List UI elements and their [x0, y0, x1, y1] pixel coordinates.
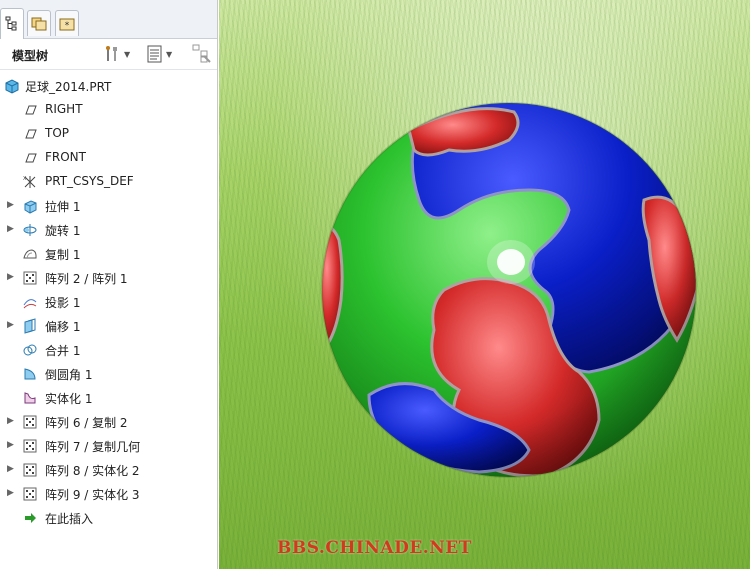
- filter-button[interactable]: [192, 44, 212, 64]
- offset-icon: [24, 318, 36, 334]
- model-tree-panel: * 模型树 ▼ ▼ 足球_2014.PRT RIGHT TOP FRONT X …: [0, 0, 218, 569]
- expand-arrow-icon[interactable]: ▶: [7, 416, 15, 426]
- merge-icon: [23, 344, 37, 356]
- expand-arrow-icon[interactable]: ▶: [7, 272, 15, 282]
- datum-plane-icon: [25, 153, 37, 163]
- tree-item-label: 实体化 1: [45, 392, 93, 406]
- expand-arrow-icon[interactable]: ▶: [7, 320, 15, 330]
- tree-item-label: 倒圆角 1: [45, 368, 93, 382]
- tree-item-label: 复制 1: [45, 248, 81, 262]
- tree-item-label: FRONT: [45, 150, 86, 164]
- soccer-ball-model[interactable]: [219, 0, 750, 569]
- watermark-text: BBS.CHINADE.NET: [277, 538, 472, 558]
- tree-item-label: PRT_CSYS_DEF: [45, 174, 134, 188]
- part-icon: [5, 79, 19, 94]
- pattern-icon: [23, 463, 37, 477]
- revolve-icon: [23, 224, 37, 236]
- model-tree-icon: [5, 16, 17, 31]
- tree-item-label: RIGHT: [45, 102, 83, 116]
- project-curve-icon: [23, 299, 37, 309]
- expand-arrow-icon[interactable]: ▶: [7, 464, 15, 474]
- expand-arrow-icon[interactable]: ▶: [7, 200, 15, 210]
- tree-root-label: 足球_2014.PRT: [25, 80, 112, 94]
- tree-item[interactable]: X PRT_CSYS_DEF: [0, 170, 216, 194]
- pattern-icon: [23, 415, 37, 429]
- copy-surface-icon: [23, 249, 37, 259]
- expand-arrow-icon[interactable]: ▶: [7, 488, 15, 498]
- tree-item[interactable]: ▶ 阵列 9 / 实体化 3: [0, 482, 216, 506]
- tree-item-label: 偏移 1: [45, 320, 81, 334]
- tab-folder-browser[interactable]: [27, 10, 51, 36]
- filter-icon: [192, 44, 211, 63]
- tree-item[interactable]: 复制 1: [0, 242, 216, 266]
- coordinate-system-icon: X: [23, 176, 36, 188]
- insert-here-arrow-icon: [25, 513, 36, 523]
- tree-item[interactable]: 合并 1: [0, 338, 216, 362]
- panel-tabs: *: [0, 0, 217, 39]
- expand-arrow-icon[interactable]: ▶: [7, 440, 15, 450]
- svg-text:*: *: [65, 21, 70, 31]
- folder-browser-icon: [31, 17, 47, 30]
- tree-item[interactable]: ▶ 旋转 1: [0, 218, 216, 242]
- tree-item[interactable]: RIGHT: [0, 98, 216, 122]
- tree-item-label: 拉伸 1: [45, 200, 81, 214]
- tree-item[interactable]: ▶ 拉伸 1: [0, 194, 216, 218]
- pattern-icon: [23, 487, 37, 501]
- tree-item-label: 阵列 7 / 复制几何: [45, 440, 141, 454]
- tree-item[interactable]: ▶ 阵列 2 / 阵列 1: [0, 266, 216, 290]
- tree-item-label: 阵列 2 / 阵列 1: [45, 272, 128, 286]
- tree-item[interactable]: ▶ 偏移 1: [0, 314, 216, 338]
- tree-item[interactable]: ▶ 阵列 7 / 复制几何: [0, 434, 216, 458]
- tab-favorites[interactable]: *: [55, 10, 79, 36]
- svg-text:X: X: [23, 176, 27, 182]
- tree-item-label: TOP: [45, 126, 70, 140]
- settings-button[interactable]: ▼: [103, 44, 130, 64]
- graphics-viewport[interactable]: BBS.CHINADE.NET: [219, 0, 750, 569]
- chevron-down-icon: ▼: [166, 49, 173, 59]
- tree-item-label: 阵列 6 / 复制 2: [45, 416, 128, 430]
- tree-item-label: 阵列 8 / 实体化 2: [45, 464, 140, 478]
- chevron-down-icon: ▼: [124, 49, 131, 59]
- tree-item[interactable]: TOP: [0, 122, 216, 146]
- tree-root-item[interactable]: 足球_2014.PRT: [0, 74, 216, 98]
- model-tree-toolbar: 模型树 ▼ ▼: [0, 39, 217, 70]
- datum-plane-icon: [25, 105, 37, 115]
- solidify-icon: [24, 392, 36, 404]
- pattern-icon: [23, 271, 37, 285]
- tree-item[interactable]: FRONT: [0, 146, 216, 170]
- model-tree: 足球_2014.PRT RIGHT TOP FRONT X PRT_CSYS_DEF ▶ 拉…: [0, 74, 216, 530]
- favorites-icon: *: [59, 18, 75, 31]
- tree-item[interactable]: 倒圆角 1: [0, 362, 216, 386]
- tree-item-label: 合并 1: [45, 344, 81, 358]
- tree-item[interactable]: ▶ 阵列 8 / 实体化 2: [0, 458, 216, 482]
- tree-item[interactable]: 实体化 1: [0, 386, 216, 410]
- tree-item-label: 投影 1: [45, 296, 81, 310]
- tree-item[interactable]: ▶ 阵列 6 / 复制 2: [0, 410, 216, 434]
- tab-model-tree[interactable]: [0, 8, 24, 39]
- expand-arrow-icon[interactable]: ▶: [7, 224, 15, 234]
- pattern-icon: [23, 439, 37, 453]
- settings-tools-icon: [106, 46, 117, 61]
- extrude-icon: [24, 200, 37, 214]
- tree-item-label: 在此插入: [45, 512, 94, 526]
- datum-plane-icon: [25, 129, 37, 139]
- tree-item[interactable]: 在此插入: [0, 506, 216, 530]
- show-button[interactable]: ▼: [147, 44, 172, 64]
- show-options-icon: [147, 45, 162, 63]
- tree-item-label: 旋转 1: [45, 224, 81, 238]
- panel-title: 模型树: [12, 49, 49, 63]
- tree-item-label: 阵列 9 / 实体化 3: [45, 488, 140, 502]
- tree-item[interactable]: 投影 1: [0, 290, 216, 314]
- round-icon: [24, 368, 36, 380]
